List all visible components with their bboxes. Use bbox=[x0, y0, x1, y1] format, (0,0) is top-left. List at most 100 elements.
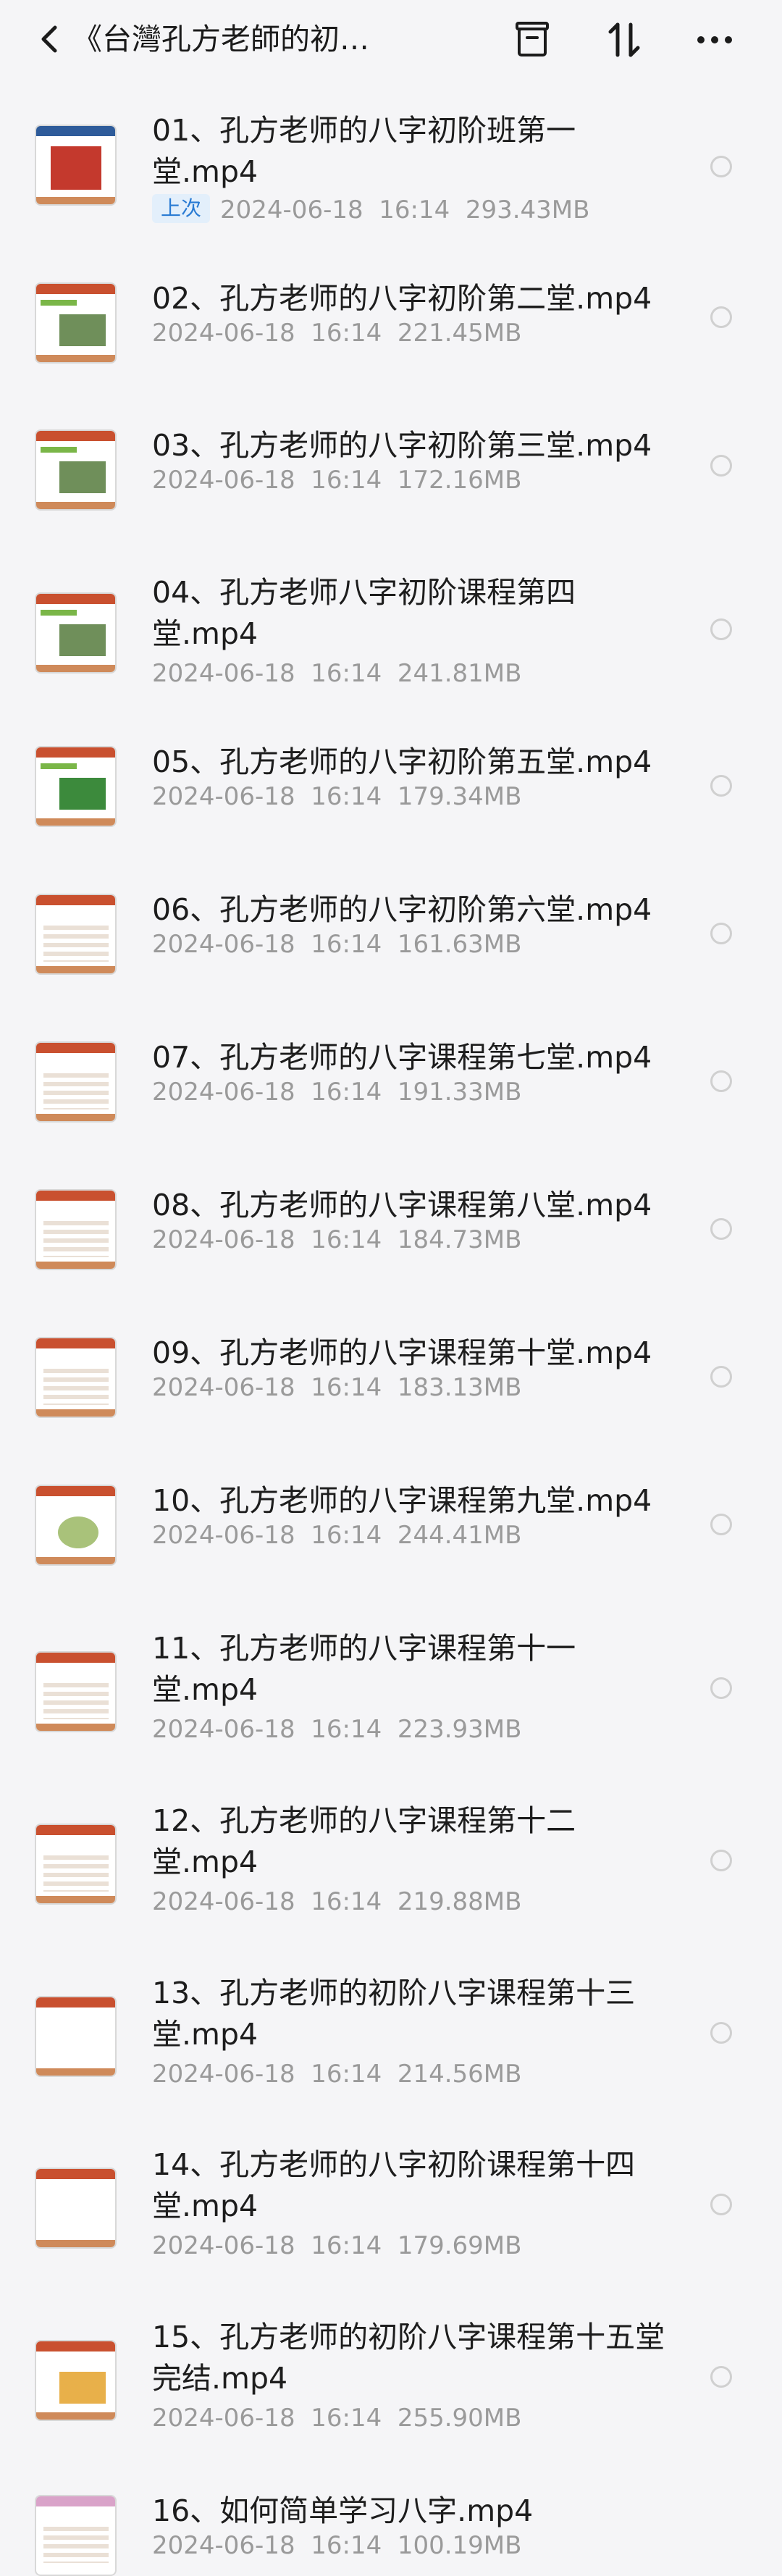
file-date: 2024-06-18 bbox=[152, 659, 295, 688]
list-item[interactable]: 11、孔方老师的八字课程第十一堂.mp4 2024-06-18 16:14 22… bbox=[0, 1631, 782, 1774]
file-time: 16:14 bbox=[311, 2531, 382, 2560]
file-meta: 2024-06-18 16:14 179.34MB bbox=[152, 779, 673, 814]
file-size: 244.41MB bbox=[397, 1521, 522, 1550]
file-meta: 2024-06-18 16:14 255.90MB bbox=[152, 2401, 673, 2436]
file-time: 16:14 bbox=[311, 930, 382, 959]
file-time: 16:14 bbox=[311, 1521, 382, 1550]
file-size: 214.56MB bbox=[397, 2060, 522, 2089]
file-name: 15、孔方老师的初阶八字课程第十五堂完结.mp4 bbox=[152, 2320, 665, 2396]
file-meta: 2024-06-18 16:14 191.33MB bbox=[152, 1075, 673, 1109]
file-name: 02、孔方老师的八字初阶第二堂.mp4 bbox=[152, 281, 652, 316]
file-time: 16:14 bbox=[311, 2231, 382, 2260]
select-radio[interactable] bbox=[710, 2022, 732, 2044]
file-date: 2024-06-18 bbox=[152, 1373, 295, 1402]
video-thumbnail bbox=[35, 125, 117, 206]
file-meta: 2024-06-18 16:14 244.41MB bbox=[152, 1518, 673, 1553]
file-time: 16:14 bbox=[311, 1078, 382, 1107]
video-thumbnail bbox=[35, 894, 117, 975]
file-meta: 2024-06-18 16:14 221.45MB bbox=[152, 316, 673, 351]
select-radio[interactable] bbox=[710, 306, 732, 328]
file-meta: 2024-06-18 16:14 172.16MB bbox=[152, 463, 673, 498]
select-radio[interactable] bbox=[710, 775, 732, 797]
file-date: 2024-06-18 bbox=[152, 1715, 295, 1744]
file-size: 219.88MB bbox=[397, 1887, 522, 1916]
select-radio[interactable] bbox=[710, 156, 732, 177]
video-thumbnail bbox=[35, 1485, 117, 1566]
select-radio[interactable] bbox=[710, 1218, 732, 1240]
list-item[interactable]: 05、孔方老师的八字初阶第五堂.mp4 2024-06-18 16:14 179… bbox=[0, 744, 782, 887]
file-name: 07、孔方老师的八字课程第七堂.mp4 bbox=[152, 1040, 652, 1075]
file-date: 2024-06-18 bbox=[152, 2231, 295, 2260]
list-item[interactable]: 03、孔方老师的八字初阶第三堂.mp4 2024-06-18 16:14 172… bbox=[0, 428, 782, 571]
list-item[interactable]: 16、如何简单学习八字.mp4 2024-06-18 16:14 100.19M… bbox=[0, 2493, 782, 2576]
file-date: 2024-06-18 bbox=[152, 2060, 295, 2089]
select-radio[interactable] bbox=[710, 1366, 732, 1388]
list-item[interactable]: 01、孔方老师的八字初阶班第一堂.mp4 上次 2024-06-18 16:14 … bbox=[0, 113, 782, 257]
file-date: 2024-06-18 bbox=[152, 466, 295, 495]
file-meta: 上次 2024-06-18 16:14 293.43MB bbox=[152, 193, 673, 227]
file-meta: 2024-06-18 16:14 100.19MB bbox=[152, 2528, 673, 2563]
list-item[interactable]: 14、孔方老师的八字初阶课程第十四堂.mp4 2024-06-18 16:14 … bbox=[0, 2147, 782, 2290]
select-radio[interactable] bbox=[710, 1070, 732, 1092]
folder-box-icon[interactable] bbox=[511, 19, 553, 61]
select-radio[interactable] bbox=[710, 2194, 732, 2215]
page-title: 《台灣孔方老師的初… bbox=[72, 22, 369, 56]
file-meta: 2024-06-18 16:14 219.88MB bbox=[152, 1884, 673, 1919]
select-radio[interactable] bbox=[710, 455, 732, 477]
select-radio[interactable] bbox=[710, 1677, 732, 1699]
chevron-left-icon[interactable] bbox=[33, 22, 68, 56]
last-played-badge: 上次 bbox=[152, 194, 211, 223]
file-meta: 2024-06-18 16:14 183.13MB bbox=[152, 1370, 673, 1405]
video-thumbnail bbox=[35, 1824, 117, 1905]
video-thumbnail bbox=[35, 746, 117, 827]
select-radio[interactable] bbox=[710, 1514, 732, 1535]
file-size: 223.93MB bbox=[397, 1715, 522, 1744]
select-radio[interactable] bbox=[710, 618, 732, 640]
file-meta: 2024-06-18 16:14 214.56MB bbox=[152, 2057, 673, 2092]
list-item[interactable]: 15、孔方老师的初阶八字课程第十五堂完结.mp4 2024-06-18 16:1… bbox=[0, 2320, 782, 2462]
list-item[interactable]: 12、孔方老师的八字课程第十二堂.mp4 2024-06-18 16:14 21… bbox=[0, 1803, 782, 1946]
file-size: 255.90MB bbox=[397, 2404, 522, 2433]
list-item[interactable]: 10、孔方老师的八字课程第九堂.mp4 2024-06-18 16:14 244… bbox=[0, 1483, 782, 1626]
list-item[interactable]: 04、孔方老师八字初阶课程第四堂.mp4 2024-06-18 16:14 24… bbox=[0, 575, 782, 718]
file-name: 10、孔方老师的八字课程第九堂.mp4 bbox=[152, 1483, 652, 1518]
file-date: 2024-06-18 bbox=[152, 2531, 295, 2560]
file-size: 184.73MB bbox=[397, 1225, 522, 1254]
file-meta: 2024-06-18 16:14 241.81MB bbox=[152, 656, 673, 691]
file-time: 16:14 bbox=[311, 1225, 382, 1254]
list-item[interactable]: 09、孔方老师的八字课程第十堂.mp4 2024-06-18 16:14 183… bbox=[0, 1335, 782, 1478]
file-size: 179.34MB bbox=[397, 782, 522, 811]
list-item[interactable]: 13、孔方老师的初阶八字课程第十三堂.mp4 2024-06-18 16:14 … bbox=[0, 1976, 782, 2118]
top-bar: 《台灣孔方老師的初… bbox=[0, 0, 782, 80]
file-meta: 2024-06-18 16:14 184.73MB bbox=[152, 1222, 673, 1257]
sort-arrows-icon[interactable] bbox=[603, 19, 645, 61]
file-time: 16:14 bbox=[311, 2404, 382, 2433]
select-radio[interactable] bbox=[710, 2366, 732, 2388]
video-thumbnail bbox=[35, 1041, 117, 1123]
video-thumbnail bbox=[35, 1337, 117, 1418]
video-thumbnail bbox=[35, 1996, 117, 2077]
list-item[interactable]: 02、孔方老师的八字初阶第二堂.mp4 2024-06-18 16:14 221… bbox=[0, 281, 782, 424]
file-time: 16:14 bbox=[311, 1887, 382, 1916]
file-name: 08、孔方老师的八字课程第八堂.mp4 bbox=[152, 1188, 652, 1222]
file-date: 2024-06-18 bbox=[152, 1521, 295, 1550]
file-date: 2024-06-18 bbox=[152, 930, 295, 959]
select-radio[interactable] bbox=[710, 1850, 732, 1871]
file-time: 16:14 bbox=[311, 659, 382, 688]
file-name: 03、孔方老师的八字初阶第三堂.mp4 bbox=[152, 428, 652, 463]
more-dots-icon[interactable] bbox=[694, 19, 736, 61]
file-date: 2024-06-18 bbox=[152, 319, 295, 348]
file-time: 16:14 bbox=[311, 466, 382, 495]
list-item[interactable]: 06、孔方老师的八字初阶第六堂.mp4 2024-06-18 16:14 161… bbox=[0, 892, 782, 1035]
file-name: 01、孔方老师的八字初阶班第一堂.mp4 bbox=[152, 113, 576, 189]
file-date: 2024-06-18 bbox=[220, 196, 363, 225]
select-radio[interactable] bbox=[710, 923, 732, 944]
file-time: 16:14 bbox=[311, 2060, 382, 2089]
file-date: 2024-06-18 bbox=[152, 782, 295, 811]
video-thumbnail bbox=[35, 429, 117, 511]
list-item[interactable]: 08、孔方老师的八字课程第八堂.mp4 2024-06-18 16:14 184… bbox=[0, 1188, 782, 1330]
list-item[interactable]: 07、孔方老师的八字课程第七堂.mp4 2024-06-18 16:14 191… bbox=[0, 1040, 782, 1183]
file-size: 293.43MB bbox=[465, 196, 590, 225]
file-time: 16:14 bbox=[379, 196, 450, 225]
file-size: 100.19MB bbox=[397, 2531, 522, 2560]
